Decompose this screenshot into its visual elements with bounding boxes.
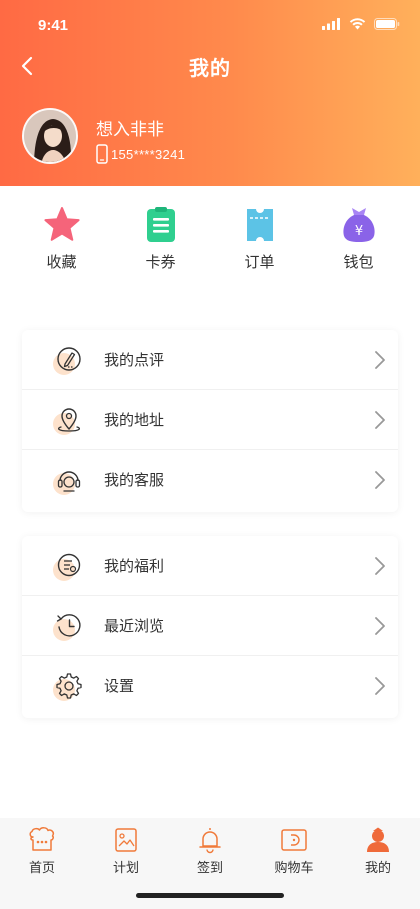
tab-checkin[interactable]: 签到: [175, 826, 245, 876]
tab-label: 首页: [28, 861, 55, 876]
gear-icon: [53, 673, 82, 701]
svg-text:¥: ¥: [354, 224, 362, 239]
status-time: 9:41: [38, 17, 69, 34]
plan-icon: [115, 828, 137, 852]
battery-icon: [374, 18, 400, 30]
avatar[interactable]: [22, 108, 78, 164]
quick-action-wallet[interactable]: ¥ 钱包: [319, 205, 399, 285]
quick-action-orders[interactable]: 订单: [220, 205, 300, 285]
wifi-icon: [349, 18, 366, 30]
star-icon: [43, 207, 80, 241]
menu-item-settings[interactable]: 设置: [22, 656, 398, 716]
quick-action-label: 钱包: [343, 253, 374, 271]
profile-info[interactable]: 想入非非 155****3241: [22, 108, 402, 166]
money-bag-icon: ¥: [342, 208, 375, 242]
quick-action-label: 收藏: [46, 253, 77, 271]
page-title: 我的: [189, 56, 231, 80]
menu-item-label: 设置: [104, 677, 135, 695]
chevron-right-icon: [375, 471, 385, 489]
menu-item-reviews[interactable]: 我的点评: [22, 330, 398, 390]
quick-action-coupons[interactable]: 卡券: [121, 205, 201, 285]
menu-item-label: 我的客服: [104, 471, 165, 489]
tab-bar: 首页 计划 签到 购物车 我的: [0, 818, 420, 909]
signal-icon: [322, 18, 340, 30]
avatar-photo-icon: [24, 110, 76, 162]
phone-number: 155****3241: [111, 146, 186, 162]
menu-item-benefits[interactable]: 我的福利: [22, 536, 398, 596]
tab-mine[interactable]: 我的: [343, 826, 413, 876]
home-icon: [29, 827, 55, 851]
cart-icon: [281, 829, 307, 851]
coupon-icon: [146, 207, 175, 242]
menu-item-recent-views[interactable]: 最近浏览: [22, 596, 398, 656]
chevron-right-icon: [375, 677, 385, 695]
tab-label: 计划: [112, 861, 139, 876]
chevron-right-icon: [375, 617, 385, 635]
ticket-icon: [246, 209, 273, 241]
tab-label: 我的: [364, 861, 391, 876]
tab-plan[interactable]: 计划: [91, 826, 161, 876]
quick-action-label: 订单: [244, 253, 275, 271]
menu-item-label: 我的地址: [104, 411, 165, 429]
profile-header: 9:41 我的 想入非非 155****3241: [0, 0, 420, 186]
headset-icon: [53, 471, 81, 495]
menu-card-secondary: 我的福利 最近浏览 设置: [22, 536, 398, 718]
bell-icon: [199, 828, 221, 854]
tab-cart[interactable]: 购物车: [259, 826, 329, 876]
status-icons: [322, 18, 400, 30]
menu-item-label: 我的点评: [104, 351, 165, 369]
username: 想入非非: [96, 120, 164, 140]
phone-icon: [96, 144, 108, 164]
home-indicator: [136, 893, 284, 898]
tab-label: 签到: [196, 861, 223, 876]
chevron-right-icon: [375, 351, 385, 369]
quick-action-label: 卡券: [145, 253, 176, 271]
benefit-icon: [53, 553, 81, 581]
phone-row: 155****3241: [96, 144, 185, 164]
quick-actions: 收藏 卡券 订单 ¥ 钱包: [0, 205, 420, 285]
chevron-right-icon: [375, 411, 385, 429]
menu-item-label: 最近浏览: [104, 617, 165, 635]
nav-bar: 我的: [0, 44, 420, 88]
history-icon: [53, 614, 81, 641]
menu-card-primary: 我的点评 我的地址 我的客服: [22, 330, 398, 512]
menu-item-customer-service[interactable]: 我的客服: [22, 450, 398, 510]
menu-item-address[interactable]: 我的地址: [22, 390, 398, 450]
tab-home[interactable]: 首页: [7, 826, 77, 876]
location-pin-icon: [53, 408, 81, 435]
pen-icon: [53, 347, 81, 375]
quick-action-favorites[interactable]: 收藏: [22, 205, 102, 285]
profile-icon: [367, 827, 389, 852]
tab-label: 购物车: [274, 861, 314, 876]
chevron-right-icon: [375, 557, 385, 575]
menu-item-label: 我的福利: [104, 557, 165, 575]
